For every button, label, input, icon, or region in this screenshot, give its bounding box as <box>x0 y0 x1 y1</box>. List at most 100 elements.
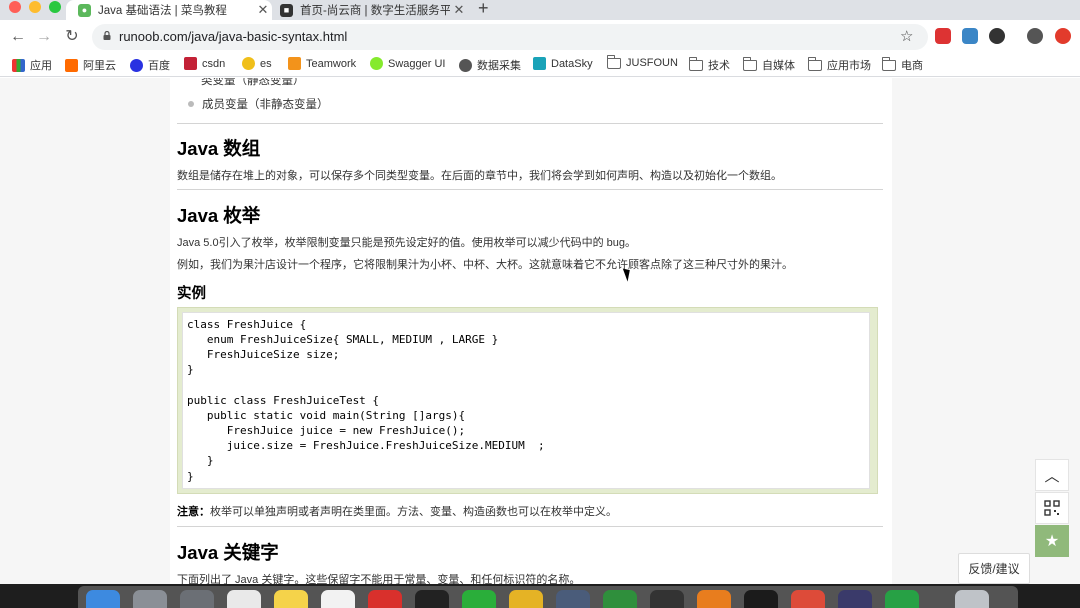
window-zoom-button[interactable] <box>49 1 61 13</box>
bookmark-datasky[interactable]: DataSky <box>533 57 593 70</box>
contacts-icon[interactable] <box>227 590 261 608</box>
runoob-favicon-icon: ● <box>78 3 91 17</box>
system-preferences-icon[interactable] <box>180 590 214 608</box>
enum-heading: Java 枚举 <box>177 205 261 226</box>
bookmark-baidu[interactable]: 百度 <box>130 57 170 73</box>
code-line: FreshJuiceSize size; <box>187 348 340 361</box>
sublime-icon[interactable] <box>697 590 731 608</box>
bookmark-label: DataSky <box>551 57 593 70</box>
example-heading: 实例 <box>177 286 206 302</box>
code-line: public static void main(String []args){ <box>187 409 466 422</box>
note-text: 枚举可以单独声明或者声明在类里面。方法、变量、构造函数也可以在枚举中定义。 <box>210 506 617 518</box>
app-blue-icon[interactable] <box>556 590 590 608</box>
globe-icon <box>459 58 472 72</box>
calendar-icon[interactable] <box>321 590 355 608</box>
profile-avatar-icon[interactable] <box>1027 28 1043 44</box>
bookmark-apps[interactable]: 应用 <box>12 57 52 73</box>
code-line: enum FreshJuiceSize{ SMALL, MEDIUM , LAR… <box>187 333 499 346</box>
tab-close-icon[interactable]: ✕ <box>254 2 272 18</box>
enum-paragraph-1: Java 5.0引入了枚举，枚举限制变量只能是预先设定好的值。使用枚举可以减少代… <box>177 237 636 249</box>
new-tab-button[interactable]: + <box>478 0 489 19</box>
bookmark-es[interactable]: es <box>242 57 272 70</box>
folder-icon <box>808 56 822 71</box>
enum-paragraph-2: 例如，我们为果汁店设计一个程序，它将限制果汁为小杯、中杯、大杯。这就意味着它不允… <box>177 259 793 271</box>
list-item: 成员变量（非静态变量） <box>188 96 329 112</box>
bookmark-teamwork[interactable]: Teamwork <box>288 57 356 70</box>
bookmark-data-collect[interactable]: 数据采集 <box>459 57 521 73</box>
reload-icon[interactable]: ↻ <box>62 27 82 47</box>
chrome-icon[interactable] <box>791 590 825 608</box>
forward-arrow-icon[interactable]: → <box>34 27 54 47</box>
divider <box>177 123 883 124</box>
finder-icon[interactable] <box>86 590 120 608</box>
launchpad-icon[interactable] <box>133 590 167 608</box>
bookmark-app-market[interactable]: 应用市场 <box>808 56 871 73</box>
datasky-icon <box>533 57 546 70</box>
teamwork-icon <box>288 57 301 70</box>
qrcode-button[interactable] <box>1035 492 1069 524</box>
tab-runoob[interactable]: ● Java 基础语法 | 菜鸟教程 ✕ <box>66 0 272 20</box>
bookmark-ecommerce[interactable]: 电商 <box>882 56 923 73</box>
activity-monitor-icon[interactable] <box>650 590 684 608</box>
apps-grid-icon <box>12 58 25 72</box>
chevron-up-icon: ︿ <box>1044 467 1060 485</box>
bookmark-label: csdn <box>202 57 226 70</box>
lock-icon <box>103 31 111 40</box>
array-heading: Java 数组 <box>177 138 261 159</box>
baidu-paw-icon <box>130 58 143 72</box>
wechat-icon[interactable] <box>462 590 496 608</box>
extension-s-icon[interactable] <box>962 28 978 44</box>
divider <box>177 189 883 190</box>
tab-close-icon[interactable]: ✕ <box>450 2 468 18</box>
list-item-text: 成员变量（非静态变量） <box>202 99 329 111</box>
divider <box>177 526 883 527</box>
scroll-top-button[interactable]: ︿ <box>1035 459 1069 491</box>
notes-icon[interactable] <box>274 590 308 608</box>
favorite-button[interactable]: ★ <box>1035 525 1069 557</box>
evernote-dock-icon[interactable] <box>603 590 637 608</box>
bookmark-aliyun[interactable]: 阿里云 <box>65 57 116 73</box>
app-green-icon[interactable] <box>885 590 919 608</box>
window-close-button[interactable] <box>9 1 21 13</box>
qq-icon[interactable] <box>415 590 449 608</box>
feedback-button[interactable]: 反馈/建议 <box>958 553 1030 584</box>
app-yellow-icon[interactable] <box>509 590 543 608</box>
bookmark-label: 百度 <box>148 60 170 72</box>
app-red-icon[interactable] <box>368 590 402 608</box>
dock <box>78 586 1018 608</box>
bookmark-media[interactable]: 自媒体 <box>743 56 795 73</box>
back-arrow-icon[interactable]: ← <box>8 27 28 47</box>
code-line: FreshJuice juice = new FreshJuice(); <box>187 424 466 437</box>
bookmark-tech[interactable]: 技术 <box>689 56 730 73</box>
qrcode-icon <box>1044 500 1060 516</box>
tab-title: 首页-尚云商 | 数字生活服务平台 <box>300 5 450 17</box>
app-dark-icon[interactable] <box>838 590 872 608</box>
bookmark-label: 应用市场 <box>827 60 871 72</box>
bookmark-swagger[interactable]: Swagger UI <box>370 57 445 70</box>
extension-red-icon[interactable] <box>935 28 951 44</box>
code-line: juice.size = FreshJuice.FreshJuiceSize.M… <box>187 439 545 452</box>
menu-update-icon[interactable] <box>1055 28 1071 44</box>
url-text[interactable]: runoob.com/java/java-basic-syntax.html <box>119 29 347 44</box>
bookmark-star-icon[interactable]: ☆ <box>900 27 913 45</box>
elastic-icon <box>242 57 255 70</box>
bookmark-label: Teamwork <box>306 57 357 70</box>
bookmark-label: 自媒体 <box>762 60 795 72</box>
code-line: public class FreshJuiceTest { <box>187 394 380 407</box>
tab-shangyunshang[interactable]: ■ 首页-尚云商 | 数字生活服务平台 ✕ <box>272 0 468 20</box>
code-line: } <box>187 363 194 376</box>
bookmark-label: Swagger UI <box>388 57 446 70</box>
window-minimize-button[interactable] <box>29 1 41 13</box>
bookmark-label: 阿里云 <box>83 60 116 72</box>
folder-icon <box>882 56 896 71</box>
bookmark-jusfoun[interactable]: JUSFOUN <box>607 54 678 69</box>
aliyun-icon <box>65 58 78 72</box>
code-line: class FreshJuice { <box>187 318 307 331</box>
bookmark-csdn[interactable]: csdn <box>184 57 225 70</box>
evernote-icon[interactable] <box>989 28 1005 44</box>
folder-icon <box>607 54 621 69</box>
code-line: } <box>187 470 194 483</box>
trash-icon[interactable] <box>955 590 989 608</box>
terminal-icon[interactable] <box>744 590 778 608</box>
folder-icon <box>743 56 757 71</box>
